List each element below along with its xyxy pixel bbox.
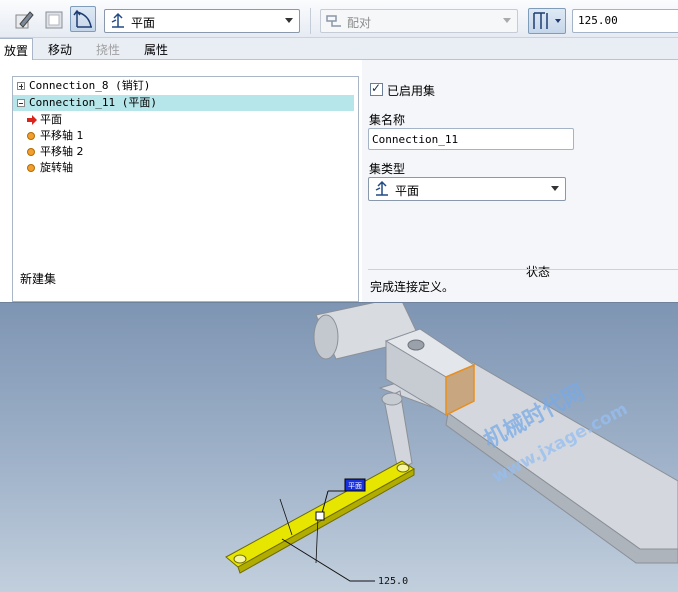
set-settings: 已启用集 集名称 Connection_11 集类型 平面 状态: [362, 60, 678, 302]
collapse-icon[interactable]: [17, 99, 25, 107]
toolbar-divider: [310, 8, 311, 34]
tree-item-translation-axis-1[interactable]: 平移轴 1: [13, 128, 213, 144]
set-type-label: 集类型: [369, 162, 406, 176]
window-icon: [45, 11, 63, 29]
align-icon: [326, 15, 341, 27]
set-name-label: 集名称: [369, 113, 406, 127]
edit-icon: [15, 11, 34, 29]
bracket-hole: [407, 339, 425, 351]
enabled-set-checkbox[interactable]: [370, 81, 383, 96]
constraint-state-value: 配对: [347, 16, 372, 30]
chevron-down-icon: [551, 186, 559, 191]
orange-dot-icon: [27, 132, 35, 140]
model-viewport[interactable]: 平面 125.0 机械时代网 www.jxage.com: [0, 302, 678, 592]
window-button[interactable]: [40, 6, 66, 32]
tree-item-connection-8[interactable]: Connection_8 (销钉): [13, 78, 358, 94]
tab-flexibility[interactable]: 挠性: [90, 38, 126, 60]
dashboard-toolbar: 平面 配对 125.00: [0, 0, 678, 38]
tab-bar: 放置 移动 挠性 属性: [0, 38, 678, 61]
constraint-type-value: 平面: [131, 16, 156, 30]
orange-dot-icon: [27, 148, 35, 156]
new-set-link[interactable]: 新建集: [20, 270, 56, 287]
edit-button[interactable]: [10, 6, 36, 32]
chevron-down-icon: [503, 18, 511, 23]
set-name-value: Connection_11: [372, 133, 459, 146]
slider-hole-left: [233, 554, 247, 564]
orange-dot-icon: [27, 164, 35, 172]
shaft-end: [313, 314, 339, 360]
chevron-down-icon: [285, 18, 293, 23]
offset-type-button[interactable]: [528, 8, 566, 34]
assembly-model: 平面 125.0 机械时代网 www.jxage.com: [225, 303, 678, 587]
red-arrow-icon: [27, 115, 37, 125]
dimension-leader: [281, 538, 375, 582]
axis-pin-icon: [73, 9, 92, 28]
tree-item-plane[interactable]: 平面: [13, 112, 213, 128]
placement-panel: Connection_8 (销钉) Connection_11 (平面) 平面 …: [0, 60, 678, 302]
link-joint: [381, 392, 403, 406]
constraint-state-select[interactable]: 配对: [320, 9, 518, 33]
offset-value: 125.00: [578, 14, 618, 27]
set-type-select[interactable]: 平面: [368, 177, 566, 201]
enabled-set-label: 已启用集: [387, 84, 436, 98]
status-text: 完成连接定义。: [370, 280, 455, 294]
expand-icon[interactable]: [17, 82, 25, 90]
connection-plane-icon: [375, 180, 388, 196]
plane-tag-text: 平面: [348, 482, 362, 490]
set-name-input[interactable]: Connection_11: [368, 128, 574, 150]
slider-hole-right: [396, 463, 410, 473]
slider-bar-side: [237, 468, 415, 574]
constraint-type-select[interactable]: 平面: [104, 9, 300, 33]
offset-icon: [533, 12, 561, 29]
connection-plane-icon: [111, 12, 124, 28]
tree-item-rotation-axis[interactable]: 旋转轴: [13, 160, 213, 176]
tab-move[interactable]: 移动: [42, 38, 78, 60]
connection-tree[interactable]: Connection_8 (销钉) Connection_11 (平面) 平面 …: [12, 76, 359, 302]
offset-value-input[interactable]: 125.00: [572, 9, 678, 33]
set-type-value: 平面: [395, 184, 420, 198]
tab-placement[interactable]: 放置: [0, 38, 33, 61]
tree-item-connection-11[interactable]: Connection_11 (平面): [13, 95, 354, 111]
dimension-value: 125.0: [378, 576, 408, 587]
pin-axis-button[interactable]: [70, 6, 96, 32]
status-label: 状态: [526, 265, 551, 279]
tree-item-translation-axis-2[interactable]: 平移轴 2: [13, 144, 213, 160]
tab-properties[interactable]: 属性: [138, 38, 174, 60]
status-divider: [368, 269, 678, 270]
drag-handle[interactable]: [315, 511, 325, 521]
